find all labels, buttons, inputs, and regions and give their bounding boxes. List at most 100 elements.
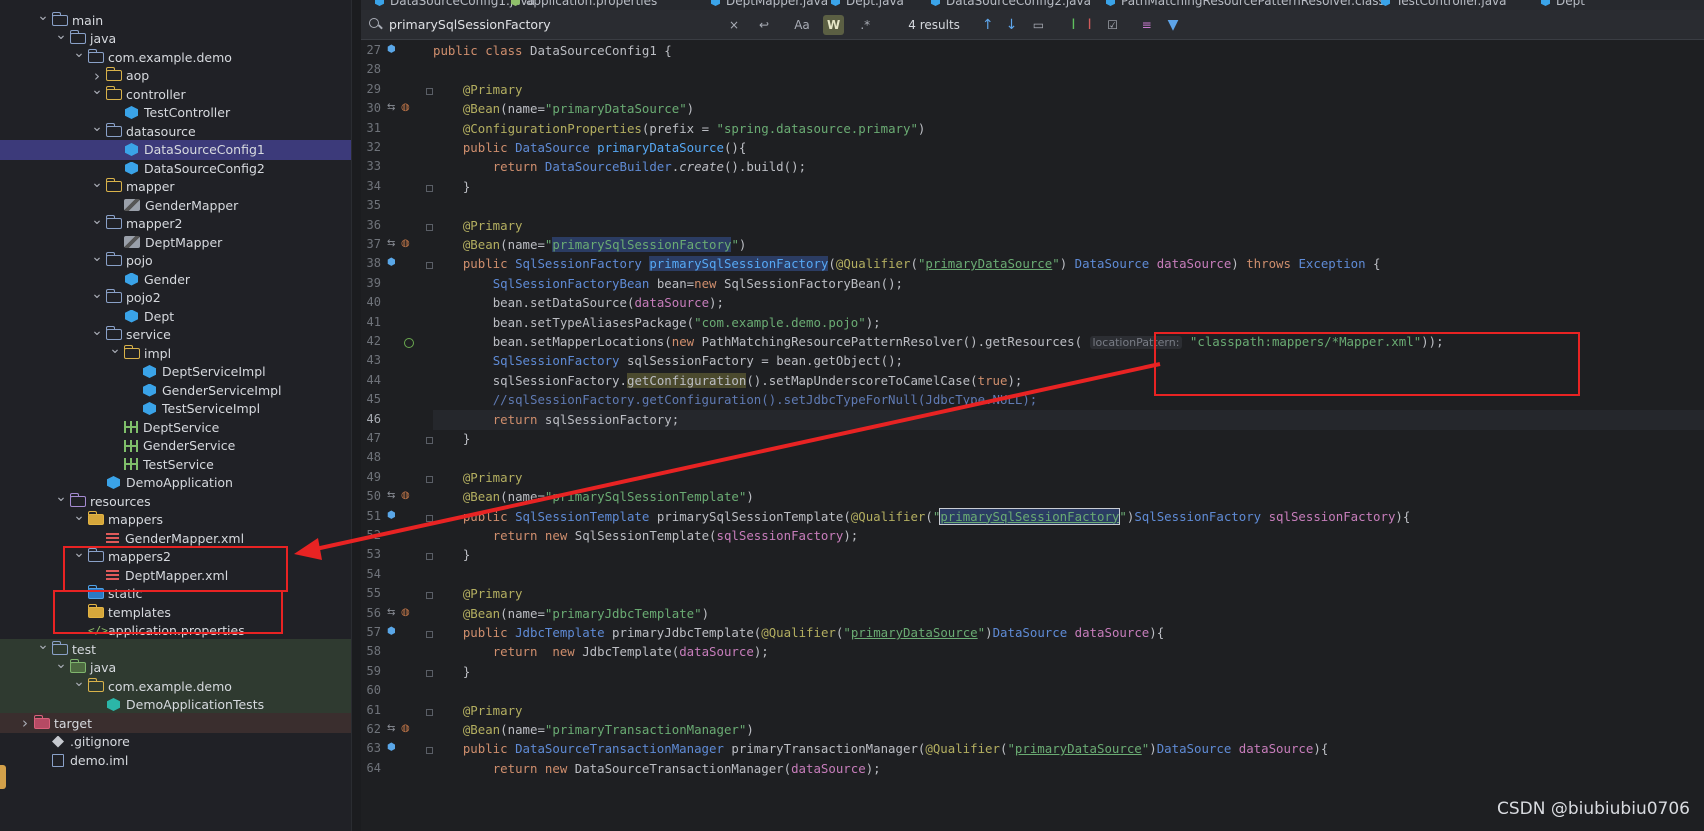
code-line[interactable]: public SqlSessionFactory primarySqlSessi… [433, 254, 1704, 274]
chevron-down-icon[interactable]: ⌄ [72, 508, 86, 524]
code-line[interactable]: @Bean(name="primaryTransactionManager") [433, 720, 1704, 740]
fold-marker-icon[interactable] [426, 747, 433, 755]
bean-override-icon[interactable]: ◍ [401, 102, 410, 113]
code-line[interactable]: @Primary [433, 584, 1704, 604]
breakpoint-ring-icon[interactable] [404, 338, 414, 348]
chevron-down-icon[interactable]: ⌄ [72, 674, 86, 690]
code-line[interactable]: return new JdbcTemplate(dataSource); [433, 642, 1704, 662]
bean-icon[interactable]: ⬢ [387, 257, 396, 268]
code-line[interactable]: @Bean(name="primarySqlSessionTemplate") [433, 487, 1704, 507]
code-line[interactable]: } [433, 662, 1704, 682]
fold-marker-icon[interactable] [426, 514, 433, 522]
chevron-down-icon[interactable]: ⌄ [72, 45, 86, 61]
remove-occurrence-icon[interactable]: I [1088, 17, 1092, 33]
match-case-button[interactable]: Aa [793, 15, 811, 35]
tree-item[interactable]: TestController [0, 103, 351, 123]
editor-tab[interactable]: DataSourceConfig2.java [931, 0, 1091, 8]
implemented-icon[interactable]: ⇆ [387, 490, 395, 501]
bean-icon[interactable]: ⬢ [387, 626, 396, 637]
tree-item[interactable]: GenderService [0, 436, 351, 456]
previous-occurrence-icon[interactable]: ↑ [982, 17, 994, 33]
code-line[interactable]: return new SqlSessionTemplate(sqlSession… [433, 526, 1704, 546]
chevron-right-icon[interactable]: › [18, 714, 32, 732]
tree-item[interactable]: TestServiceImpl [0, 399, 351, 419]
implemented-icon[interactable]: ⇆ [387, 102, 395, 113]
tree-item[interactable]: › target [0, 713, 351, 733]
tree-item[interactable]: DeptServiceImpl [0, 362, 351, 382]
tree-item[interactable]: .gitignore [0, 732, 351, 752]
editor-tab[interactable]: PathMatchingResourcePatternResolver.clas… [1106, 0, 1385, 8]
code-line[interactable]: } [433, 545, 1704, 565]
filter-icon[interactable]: ▼ [1168, 17, 1179, 33]
code-line[interactable]: @Primary [433, 701, 1704, 721]
tree-item[interactable]: ⌄ pojo2 [0, 286, 351, 308]
chevron-down-icon[interactable]: ⌄ [54, 656, 68, 672]
code-line[interactable]: bean.setDataSource(dataSource); [433, 293, 1704, 313]
tree-item[interactable]: ⌄ mapper2 [0, 212, 351, 234]
chevron-down-icon[interactable]: ⌄ [90, 119, 104, 135]
chevron-down-icon[interactable]: ⌄ [90, 323, 104, 339]
tree-item[interactable]: ⌄ mapper [0, 175, 351, 197]
code-line[interactable]: @Bean(name="primaryDataSource") [433, 99, 1704, 119]
code-line[interactable]: return DataSourceBuilder.create().build(… [433, 157, 1704, 177]
tree-item[interactable]: DemoApplicationTests [0, 694, 351, 715]
code-line[interactable]: @ConfigurationProperties(prefix = "sprin… [433, 119, 1704, 139]
code-line[interactable]: return new DataSourceTransactionManager(… [433, 759, 1704, 779]
chevron-down-icon[interactable]: ⌄ [90, 82, 104, 98]
implemented-icon[interactable]: ⇆ [387, 607, 395, 618]
tree-item[interactable]: ⌄ datasource [0, 119, 351, 141]
tree-item[interactable]: ⌄ service [0, 323, 351, 345]
chevron-down-icon[interactable]: ⌄ [54, 27, 68, 43]
code-line[interactable]: @Bean(name="primarySqlSessionFactory") [433, 235, 1704, 255]
whole-words-button[interactable]: W [823, 14, 845, 35]
bean-override-icon[interactable]: ◍ [401, 607, 410, 618]
fold-marker-icon[interactable] [426, 223, 433, 231]
code-line[interactable]: public SqlSessionTemplate primarySqlSess… [433, 507, 1704, 527]
tree-item[interactable]: ⌄ impl [0, 341, 351, 363]
implemented-icon[interactable]: ⇆ [387, 238, 395, 249]
tree-item[interactable]: DataSourceConfig2 [0, 158, 351, 178]
code-line[interactable]: @Primary [433, 80, 1704, 100]
editor-tab[interactable]: application.properties [511, 0, 657, 8]
filter-window-icon[interactable]: ▭ [1029, 15, 1047, 35]
tree-item[interactable]: GenderMapper.xml [0, 528, 351, 548]
fold-marker-icon[interactable] [426, 592, 433, 600]
tree-item[interactable]: ⌄ controller [0, 82, 351, 104]
fold-marker-icon[interactable] [426, 87, 433, 95]
code-line[interactable]: @Bean(name="primaryJdbcTemplate") [433, 604, 1704, 624]
tree-item[interactable]: ⌄ main [0, 8, 351, 30]
bean-override-icon[interactable]: ◍ [401, 723, 410, 734]
add-occurrence-icon[interactable]: I [1071, 17, 1075, 33]
code-line[interactable]: @Primary [433, 216, 1704, 236]
tree-item[interactable]: DeptService [0, 417, 351, 437]
chevron-down-icon[interactable]: ⌄ [90, 175, 104, 191]
chevron-down-icon[interactable]: ⌄ [36, 637, 50, 653]
notification-badge[interactable] [0, 765, 6, 789]
tree-item[interactable]: ⌄ resources [0, 489, 351, 511]
code-line[interactable]: bean.setTypeAliasesPackage("com.example.… [433, 313, 1704, 333]
tree-item[interactable]: DeptMapper [0, 232, 351, 252]
tree-item[interactable]: Gender [0, 269, 351, 289]
editor-tab[interactable]: DeptMapper.java [711, 0, 828, 8]
tree-item[interactable]: DataSourceConfig1 [0, 139, 351, 160]
code-editor[interactable]: public class DataSourceConfig1 { @Primar… [433, 40, 1704, 831]
bean-icon[interactable]: ⬢ [387, 44, 396, 55]
fold-marker-icon[interactable] [426, 475, 433, 483]
code-line[interactable]: return sqlSessionFactory; [433, 409, 1704, 430]
fold-marker-icon[interactable] [426, 184, 433, 192]
bean-icon[interactable]: ⬢ [387, 742, 396, 753]
bean-override-icon[interactable]: ◍ [401, 490, 410, 501]
tree-item[interactable]: demo.iml [0, 750, 351, 770]
tree-item[interactable]: TestService [0, 454, 351, 474]
fold-marker-icon[interactable] [426, 708, 433, 716]
code-line[interactable]: public JdbcTemplate primaryJdbcTemplate(… [433, 623, 1704, 643]
code-line[interactable]: public class DataSourceConfig1 { [433, 41, 1704, 61]
tree-item[interactable]: ⌄ com.example.demo [0, 674, 351, 696]
editor-tab[interactable]: Dept.java [831, 0, 904, 8]
code-line[interactable]: } [433, 429, 1704, 449]
tree-item[interactable]: ⌄ java [0, 656, 351, 678]
tree-item[interactable]: ⌄ mappers [0, 508, 351, 530]
panel-splitter[interactable] [351, 0, 361, 831]
bean-override-icon[interactable]: ◍ [401, 238, 410, 249]
newline-button[interactable]: ↩ [755, 15, 773, 35]
